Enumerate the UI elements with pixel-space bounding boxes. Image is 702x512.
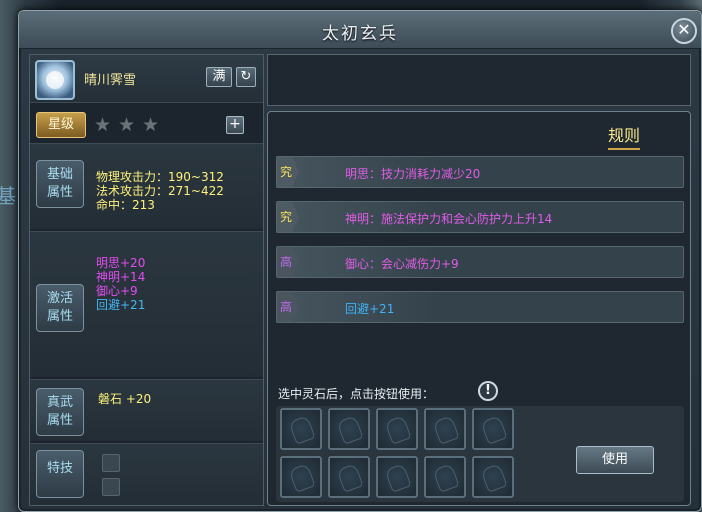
add-star-button[interactable]: + <box>226 116 244 134</box>
window-title: 太初玄兵 <box>322 24 398 44</box>
rules-title: 规则 <box>608 122 641 150</box>
skill-section: 特技 <box>30 443 263 505</box>
star-icon: ★ <box>94 114 112 136</box>
true-martial-stat: 磐石 +20 <box>98 392 152 406</box>
rules-panel: 规则 究 明思：技力消耗力减少20 究 神明：施法保护力和会心防护力上升14 高… <box>267 111 691 506</box>
true-martial-label-line2: 属性 <box>46 413 73 428</box>
star-icon: ★ <box>142 114 160 136</box>
item-name: 晴川霁雪 <box>84 73 137 88</box>
weapon-item-icon[interactable] <box>35 60 75 100</box>
true-martial-attributes-button[interactable]: 真武 属性 <box>36 388 84 436</box>
basic-attributes-section: 基础 属性 物理攻击力：190~312 法术攻击力：271~422 命中：213 <box>30 143 263 229</box>
rule-tag: 高 <box>277 292 299 322</box>
skill-slot[interactable] <box>102 454 120 472</box>
activate-attributes-button[interactable]: 激活 属性 <box>36 284 84 332</box>
gem-slot[interactable] <box>472 408 514 450</box>
use-button[interactable]: 使用 <box>576 446 654 474</box>
item-header: 晴川霁雪 满 ↻ <box>30 55 263 103</box>
true-martial-section: 真武 属性 磐石 +20 <box>30 379 263 441</box>
gem-slot[interactable] <box>328 408 370 450</box>
basic-label-line2: 属性 <box>46 185 73 200</box>
info-icon[interactable]: ! <box>478 381 498 401</box>
rule-row: 高 御心：会心减伤力+9 <box>276 246 684 278</box>
gem-slot[interactable] <box>328 456 370 498</box>
rule-text: 回避+21 <box>345 302 395 316</box>
activate-label-line1: 激活 <box>46 291 73 306</box>
background-text: 基 <box>0 184 16 208</box>
gem-slot[interactable] <box>424 456 466 498</box>
gem-slot[interactable] <box>376 408 418 450</box>
rule-text: 御心：会心减伤力+9 <box>345 257 459 271</box>
refresh-icon[interactable]: ↻ <box>236 67 256 87</box>
gem-slot[interactable] <box>376 456 418 498</box>
close-button[interactable]: ✕ <box>671 18 697 44</box>
activate-attributes-section: 激活 属性 明思+20 神明+14 御心+9 回避+21 <box>30 231 263 377</box>
taichu-xuanbing-window: 太初玄兵 ✕ 晴川霁雪 满 ↻ 星级 ★ ★ ★ + 基础 属性 物理攻击力：1… <box>18 10 702 512</box>
gem-slot[interactable] <box>472 456 514 498</box>
activate-stat-dodge: 回避+21 <box>96 298 146 312</box>
true-martial-label-line1: 真武 <box>46 395 73 410</box>
title-bar: 太初玄兵 ✕ <box>19 11 701 49</box>
star-level-button[interactable]: 星级 <box>36 112 86 138</box>
rule-text: 神明：施法保护力和会心防护力上升14 <box>345 212 553 226</box>
rule-row: 究 神明：施法保护力和会心防护力上升14 <box>276 201 684 233</box>
skill-button[interactable]: 特技 <box>36 450 84 498</box>
item-attribute-panel: 晴川霁雪 满 ↻ 星级 ★ ★ ★ + 基础 属性 物理攻击力：190~312 … <box>29 54 264 506</box>
rule-row: 高 回避+21 <box>276 291 684 323</box>
gem-slot-area: 使用 <box>276 406 684 502</box>
skill-slot[interactable] <box>102 478 120 496</box>
rule-tag: 究 <box>277 202 299 232</box>
basic-stat-hit: 命中：213 <box>96 198 155 212</box>
basic-attributes-button[interactable]: 基础 属性 <box>36 160 84 208</box>
top-right-panel <box>267 54 691 106</box>
basic-label-line1: 基础 <box>46 167 73 182</box>
gem-slot[interactable] <box>280 408 322 450</box>
gem-slot[interactable] <box>424 408 466 450</box>
rule-tag: 究 <box>277 157 299 187</box>
full-button[interactable]: 满 <box>206 67 232 87</box>
star-icon: ★ <box>118 114 136 136</box>
gem-slot[interactable] <box>280 456 322 498</box>
rule-tag: 高 <box>277 247 299 277</box>
gem-select-hint: 选中灵石后，点击按钮使用： <box>278 387 435 401</box>
rule-text: 明思：技力消耗力减少20 <box>345 167 481 181</box>
star-level-row: 星级 ★ ★ ★ + <box>30 107 263 141</box>
activate-label-line2: 属性 <box>46 309 73 324</box>
rule-row: 究 明思：技力消耗力减少20 <box>276 156 684 188</box>
